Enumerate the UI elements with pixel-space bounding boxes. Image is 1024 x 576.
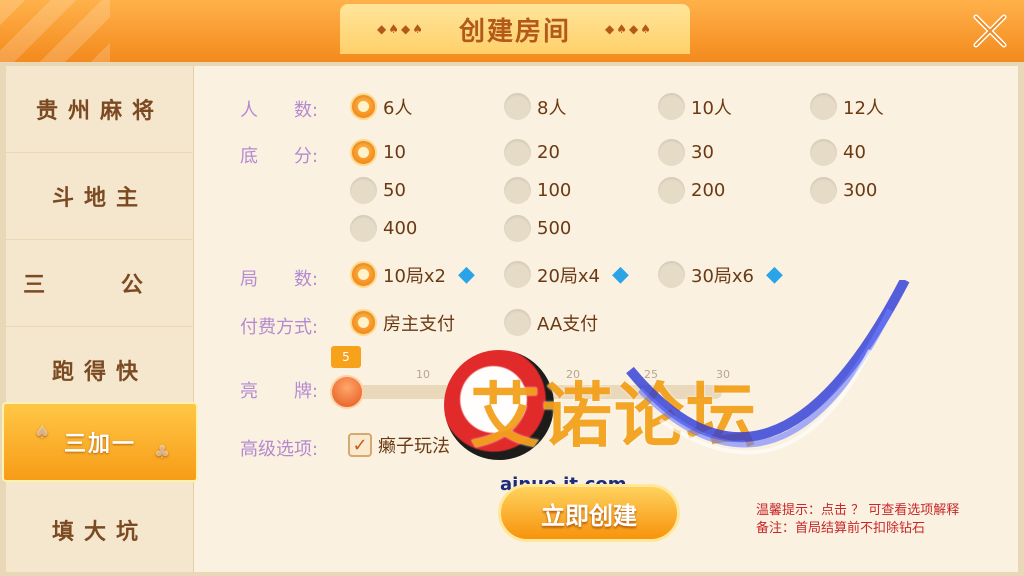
- hint-text: 温馨提示：点击 ？ 可查看选项解释: [756, 503, 960, 518]
- slider-tick: 10: [416, 368, 430, 381]
- base-score-option-200[interactable]: 200: [658, 177, 725, 204]
- rounds-label: 局 数:: [240, 269, 319, 290]
- base-score-option-400[interactable]: 400: [350, 215, 417, 242]
- notes: 温馨提示：点击 ？ 可查看选项解释 备注：首局结算前不扣除钻石: [756, 502, 959, 538]
- rounds-option-10[interactable]: 10局x2 ◆: [350, 261, 475, 288]
- radio-icon: [504, 177, 531, 204]
- create-room-button[interactable]: 立即创建: [498, 484, 680, 542]
- base-score-option-30[interactable]: 30: [658, 139, 714, 166]
- title-deco-right: ◆♠◆♠: [605, 22, 653, 36]
- radio-icon: [810, 93, 837, 120]
- players-option-10[interactable]: 10人: [658, 93, 732, 120]
- checkmark-icon: ✓: [348, 433, 372, 457]
- reveal-label: 亮 牌:: [240, 381, 319, 402]
- radio-icon: [658, 177, 685, 204]
- base-score-option-300[interactable]: 300: [810, 177, 877, 204]
- title-deco-left: ◆♠◆♠: [377, 22, 425, 36]
- radio-icon: [504, 215, 531, 242]
- players-option-6[interactable]: 6人: [350, 93, 412, 120]
- diamond-icon: ◆: [458, 262, 475, 287]
- payment-label: 付费方式:: [240, 317, 319, 338]
- players-option-12[interactable]: 12人: [810, 93, 884, 120]
- radio-checked-icon: [350, 93, 377, 120]
- base-score-option-40[interactable]: 40: [810, 139, 866, 166]
- sidebar-item-doudizhu[interactable]: 斗地主: [6, 153, 194, 240]
- laizi-checkbox[interactable]: ✓ 癞子玩法: [348, 432, 450, 458]
- close-icon: [973, 14, 1007, 48]
- rounds-option-20[interactable]: 20局x4 ◆: [504, 261, 629, 288]
- payment-option-owner[interactable]: 房主支付: [350, 309, 455, 336]
- radio-checked-icon: [350, 139, 377, 166]
- radio-icon: [350, 215, 377, 242]
- advanced-label: 高级选项:: [240, 439, 319, 460]
- sidebar-item-sangong[interactable]: 三 公: [6, 240, 194, 327]
- page-title: 创建房间: [458, 16, 571, 47]
- players-option-8[interactable]: 8人: [504, 93, 566, 120]
- swoosh-decoration: [626, 280, 910, 455]
- sidebar-item-tiandakeng[interactable]: 填大坑: [6, 486, 194, 573]
- radio-checked-icon: [350, 261, 377, 288]
- radio-checked-icon: [350, 309, 377, 336]
- radio-icon: [658, 139, 685, 166]
- club-icon: ♣: [154, 442, 171, 463]
- base-score-option-50[interactable]: 50: [350, 177, 406, 204]
- sidebar-item-sanjiayi[interactable]: ♠ ♣ 三加一: [2, 402, 198, 482]
- players-label: 人 数:: [240, 100, 319, 121]
- close-button[interactable]: [962, 6, 1018, 56]
- title-banner: ◆♠◆♠ 创建房间 ◆♠◆♠: [340, 4, 690, 54]
- base-score-option-10[interactable]: 10: [350, 139, 406, 166]
- radio-icon: [810, 177, 837, 204]
- radio-icon: [504, 139, 531, 166]
- base-score-option-100[interactable]: 100: [504, 177, 571, 204]
- radio-icon: [504, 309, 531, 336]
- base-score-option-500[interactable]: 500: [504, 215, 571, 242]
- radio-icon: [810, 139, 837, 166]
- slider-value-badge: 5: [331, 346, 361, 368]
- sidebar-item-paodekuai[interactable]: 跑得快: [6, 327, 194, 414]
- game-sidebar: 贵州麻将 斗地主 三 公 跑得快 ♠ ♣ 三加一 填大坑: [2, 66, 198, 573]
- spade-icon: ♠: [34, 422, 51, 443]
- reveal-slider-handle[interactable]: [330, 375, 364, 409]
- base-score-label: 底 分:: [240, 146, 319, 167]
- remark-text: 备注：首局结算前不扣除钻石: [756, 521, 926, 536]
- radio-icon: [504, 261, 531, 288]
- base-score-option-20[interactable]: 20: [504, 139, 560, 166]
- payment-option-aa[interactable]: AA支付: [504, 309, 598, 336]
- radio-icon: [350, 177, 377, 204]
- radio-icon: [504, 93, 531, 120]
- sidebar-item-guizhou-mahjong[interactable]: 贵州麻将: [6, 66, 194, 153]
- radio-icon: [658, 93, 685, 120]
